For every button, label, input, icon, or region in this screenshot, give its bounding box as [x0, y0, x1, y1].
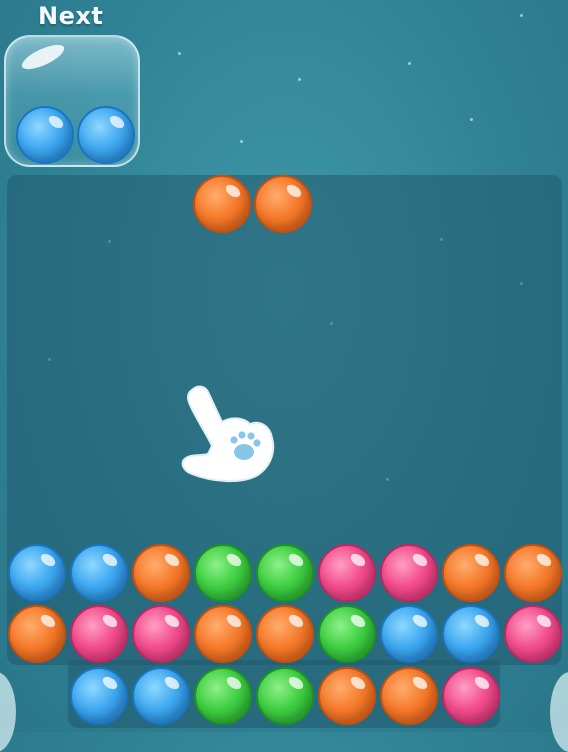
falling-ball-orange[interactable]: [254, 175, 312, 233]
board-ball-pink[interactable]: [442, 667, 500, 725]
background-star: [520, 14, 523, 17]
board-ball-pink[interactable]: [70, 605, 128, 663]
board-ball-pink[interactable]: [318, 544, 376, 602]
panel-shine: [18, 40, 68, 74]
board-ball-green[interactable]: [194, 667, 252, 725]
corner-glow: [550, 672, 568, 752]
board-ball-green[interactable]: [194, 544, 252, 602]
board-ball-blue[interactable]: [8, 544, 66, 602]
background-star: [470, 118, 473, 121]
board-ball-orange[interactable]: [8, 605, 66, 663]
background-star: [240, 140, 243, 143]
board-ball-orange[interactable]: [318, 667, 376, 725]
board-ball-pink[interactable]: [504, 605, 562, 663]
board-ball-blue[interactable]: [70, 544, 128, 602]
board-ball-pink[interactable]: [132, 605, 190, 663]
board-ball-blue[interactable]: [132, 667, 190, 725]
board-ball-orange[interactable]: [256, 605, 314, 663]
board-ball-orange[interactable]: [194, 605, 252, 663]
background-star: [178, 52, 181, 55]
background-star: [408, 62, 411, 65]
board-ball-green[interactable]: [256, 544, 314, 602]
next-ball-blue: [16, 106, 74, 164]
board-ball-green[interactable]: [256, 667, 314, 725]
board-ball-pink[interactable]: [380, 544, 438, 602]
board-ball-blue[interactable]: [442, 605, 500, 663]
corner-glow: [0, 672, 16, 752]
board-ball-orange[interactable]: [132, 544, 190, 602]
next-label: Next: [38, 2, 104, 30]
board-ball-orange[interactable]: [504, 544, 562, 602]
pointing-paw-hand-icon: [181, 385, 275, 483]
board-ball-blue[interactable]: [380, 605, 438, 663]
next-ball-blue: [77, 106, 135, 164]
board-ball-blue[interactable]: [70, 667, 128, 725]
board-ball-green[interactable]: [318, 605, 376, 663]
board-ball-orange[interactable]: [442, 544, 500, 602]
board-ball-orange[interactable]: [380, 667, 438, 725]
falling-ball-orange[interactable]: [193, 175, 251, 233]
background-star: [298, 78, 301, 81]
